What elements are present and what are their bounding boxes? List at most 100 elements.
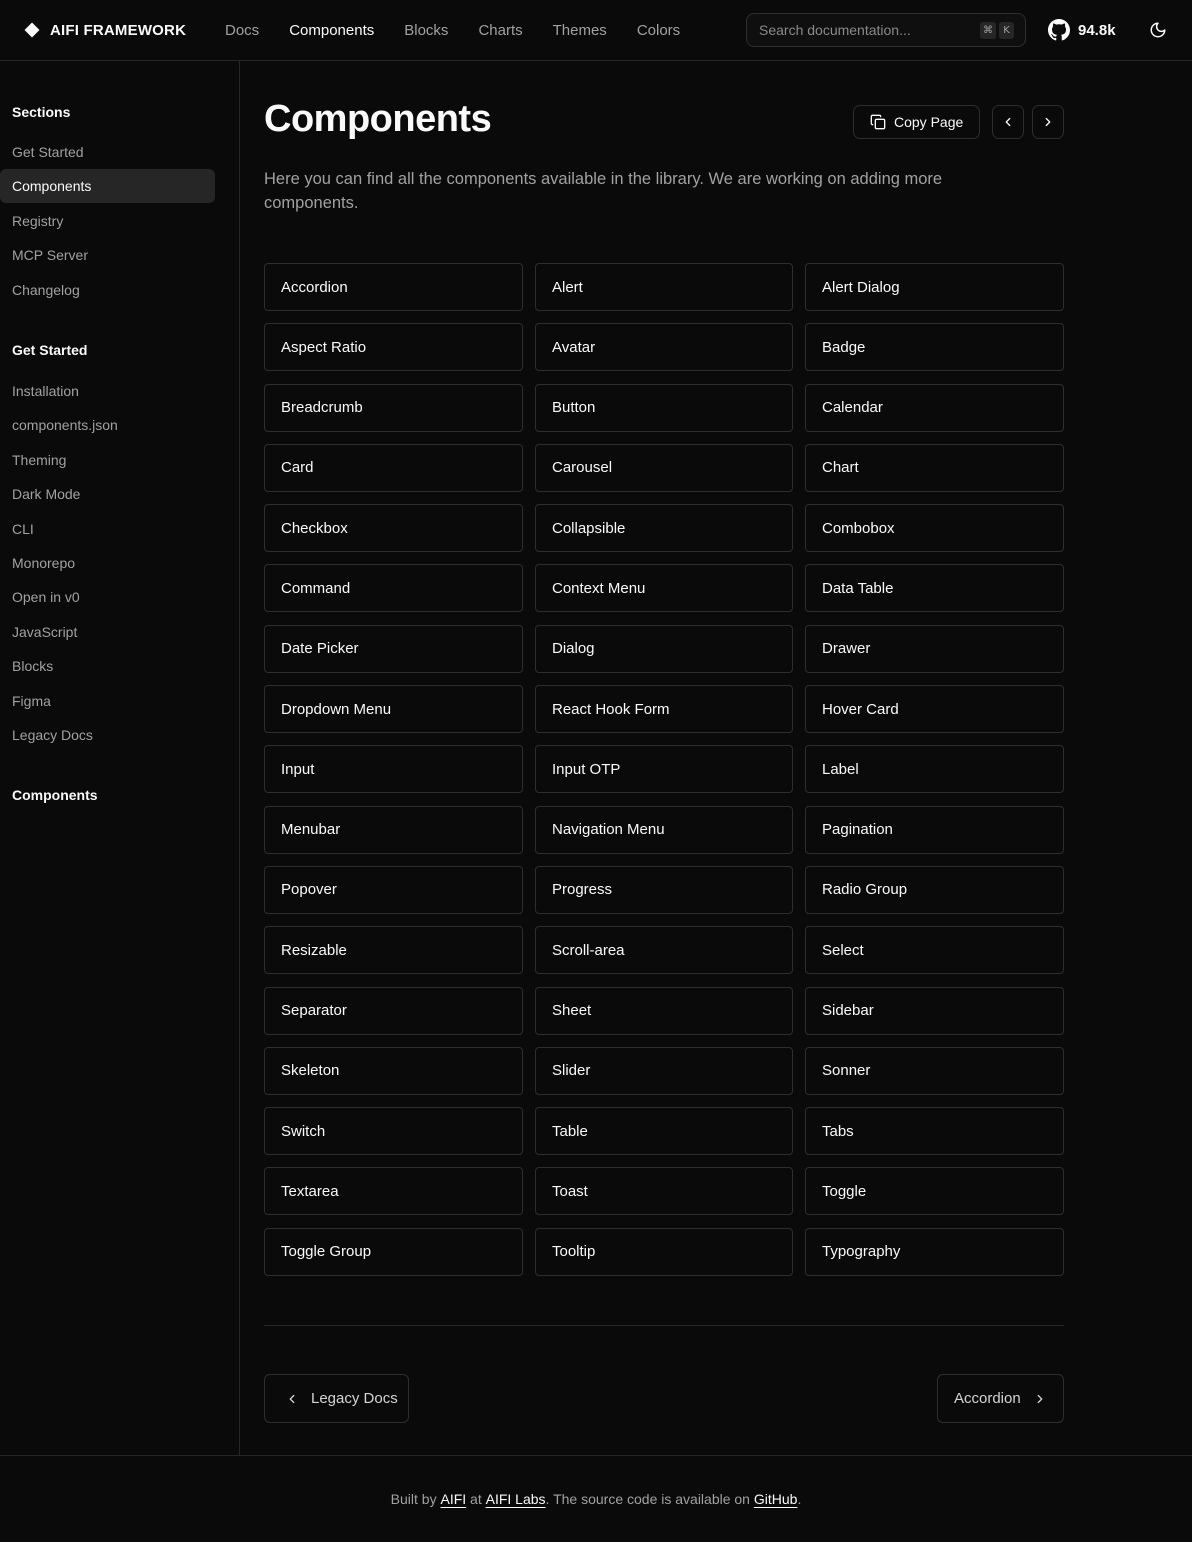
component-card-navigation-menu[interactable]: Navigation Menu (535, 805, 793, 854)
component-card-alert[interactable]: Alert (535, 263, 793, 311)
component-card-breadcrumb[interactable]: Breadcrumb (264, 383, 523, 432)
moon-icon (1150, 22, 1166, 38)
sidebar-item-monorepo[interactable]: Monorepo (0, 546, 215, 580)
component-card-table[interactable]: Table (535, 1107, 793, 1156)
component-card-separator[interactable]: Separator (264, 986, 523, 1035)
component-card-avatar[interactable]: Avatar (535, 323, 793, 372)
footer-text-3: . The source code is available on (545, 1491, 754, 1507)
component-card-slider[interactable]: Slider (535, 1046, 793, 1095)
component-card-toast[interactable]: Toast (535, 1167, 793, 1216)
component-card-menubar[interactable]: Menubar (264, 805, 523, 854)
next-page-button[interactable] (1032, 105, 1064, 139)
component-card-context-menu[interactable]: Context Menu (535, 564, 793, 613)
component-card-toggle[interactable]: Toggle (805, 1167, 1064, 1216)
component-card-aspect-ratio[interactable]: Aspect Ratio (264, 323, 523, 372)
github-icon (1048, 19, 1070, 41)
component-card-command[interactable]: Command (264, 564, 523, 613)
sidebar-item-blocks[interactable]: Blocks (0, 649, 215, 683)
chevron-right-icon (1045, 117, 1051, 127)
sidebar-item-changelog[interactable]: Changelog (0, 273, 215, 307)
top-nav: Docs Components Blocks Charts Themes Colors (225, 0, 710, 60)
nav-link-charts[interactable]: Charts (478, 22, 522, 39)
component-card-radio-group[interactable]: Radio Group (805, 865, 1064, 914)
component-card-label[interactable]: Label (805, 745, 1064, 794)
copy-page-label: Copy Page (894, 114, 964, 130)
sidebar-item-open-in-v0[interactable]: Open in v0 (0, 580, 215, 614)
component-card-input-otp[interactable]: Input OTP (535, 745, 793, 794)
footer-text-4: . (797, 1491, 802, 1507)
component-card-react-hook-form[interactable]: React Hook Form (535, 685, 793, 734)
component-card-skeleton[interactable]: Skeleton (264, 1046, 523, 1095)
chevron-left-icon (289, 1394, 295, 1403)
component-card-sidebar[interactable]: Sidebar (805, 986, 1064, 1035)
component-card-chart[interactable]: Chart (805, 443, 1064, 492)
component-card-combobox[interactable]: Combobox (805, 504, 1064, 553)
component-card-pagination[interactable]: Pagination (805, 805, 1064, 854)
component-card-card[interactable]: Card (264, 443, 523, 492)
nav-link-themes[interactable]: Themes (553, 22, 607, 39)
component-card-accordion[interactable]: Accordion (264, 263, 523, 311)
component-card-progress[interactable]: Progress (535, 865, 793, 914)
pager-prev-button[interactable]: Legacy Docs (264, 1374, 409, 1423)
nav-link-docs[interactable]: Docs (225, 22, 259, 39)
component-card-button[interactable]: Button (535, 383, 793, 432)
search-input[interactable]: Search documentation... ⌘ K (746, 13, 1026, 47)
previous-page-button[interactable] (992, 105, 1024, 139)
copy-page-button[interactable]: Copy Page (853, 105, 980, 139)
component-card-data-table[interactable]: Data Table (805, 564, 1064, 613)
sidebar-item-registry[interactable]: Registry (0, 204, 215, 238)
component-card-alert-dialog[interactable]: Alert Dialog (805, 263, 1064, 311)
component-card-resizable[interactable]: Resizable (264, 926, 523, 975)
sidebar-item-components[interactable]: Components (0, 169, 215, 204)
sidebar-item-javascript[interactable]: JavaScript (0, 615, 215, 649)
component-card-switch[interactable]: Switch (264, 1107, 523, 1156)
component-card-date-picker[interactable]: Date Picker (264, 624, 523, 673)
brand-logo[interactable]: AIFI FRAMEWORK (24, 0, 186, 60)
component-card-textarea[interactable]: Textarea (264, 1167, 523, 1216)
sidebar-item-installation[interactable]: Installation (0, 374, 215, 408)
site-header: AIFI FRAMEWORK Docs Components Blocks Chart… (0, 0, 1192, 61)
chevron-left-icon (1005, 117, 1011, 127)
pager-next-button[interactable]: Accordion (937, 1374, 1064, 1423)
component-card-hover-card[interactable]: Hover Card (805, 685, 1064, 734)
footer-link-labs[interactable]: AIFI Labs (486, 1491, 546, 1507)
page-description: Here you can find all the components ava… (264, 170, 943, 212)
component-card-popover[interactable]: Popover (264, 865, 523, 914)
component-card-dialog[interactable]: Dialog (535, 624, 793, 673)
component-card-toggle-group[interactable]: Toggle Group (264, 1227, 523, 1276)
component-card-checkbox[interactable]: Checkbox (264, 504, 523, 553)
sidebar-item-dark-mode[interactable]: Dark Mode (0, 477, 215, 511)
sidebar-item-cli[interactable]: CLI (0, 512, 215, 546)
sidebar-item-legacy-docs[interactable]: Legacy Docs (0, 718, 215, 752)
nav-link-blocks[interactable]: Blocks (404, 22, 448, 39)
component-card-sheet[interactable]: Sheet (535, 986, 793, 1035)
sidebar-item-components-json[interactable]: components.json (0, 408, 215, 442)
footer-link-github[interactable]: GitHub (754, 1491, 798, 1507)
sidebar-item-mcp-server[interactable]: MCP Server (0, 238, 215, 272)
shortcut-mod-key: ⌘ (980, 22, 996, 39)
sidebar-item-theming[interactable]: Theming (0, 443, 215, 477)
component-card-drawer[interactable]: Drawer (805, 624, 1064, 673)
component-card-calendar[interactable]: Calendar (805, 383, 1064, 432)
sidebar-item-get-started[interactable]: Get Started (0, 135, 215, 169)
components-grid: Accordion Alert Alert Dialog Aspect Ratio Av… (264, 263, 1064, 1276)
component-card-badge[interactable]: Badge (805, 323, 1064, 372)
nav-link-colors[interactable]: Colors (637, 22, 680, 39)
component-card-carousel[interactable]: Carousel (535, 443, 793, 492)
sidebar-heading-sections: Sections (12, 104, 71, 120)
component-card-tabs[interactable]: Tabs (805, 1107, 1064, 1156)
component-card-scroll-area[interactable]: Scroll-area (535, 926, 793, 975)
nav-link-components[interactable]: Components (289, 22, 374, 39)
github-link[interactable]: 94.8k (1048, 0, 1116, 60)
sidebar-item-figma[interactable]: Figma (0, 684, 215, 718)
component-card-collapsible[interactable]: Collapsible (535, 504, 793, 553)
component-card-tooltip[interactable]: Tooltip (535, 1227, 793, 1276)
component-card-dropdown-menu[interactable]: Dropdown Menu (264, 685, 523, 734)
theme-toggle-button[interactable] (1146, 18, 1170, 42)
component-card-select[interactable]: Select (805, 926, 1064, 975)
brand-name: AIFI FRAMEWORK (50, 21, 187, 39)
component-card-sonner[interactable]: Sonner (805, 1046, 1064, 1095)
component-card-typography[interactable]: Typography (805, 1227, 1064, 1276)
footer-link-author[interactable]: AIFI (440, 1491, 466, 1507)
component-card-input[interactable]: Input (264, 745, 523, 794)
